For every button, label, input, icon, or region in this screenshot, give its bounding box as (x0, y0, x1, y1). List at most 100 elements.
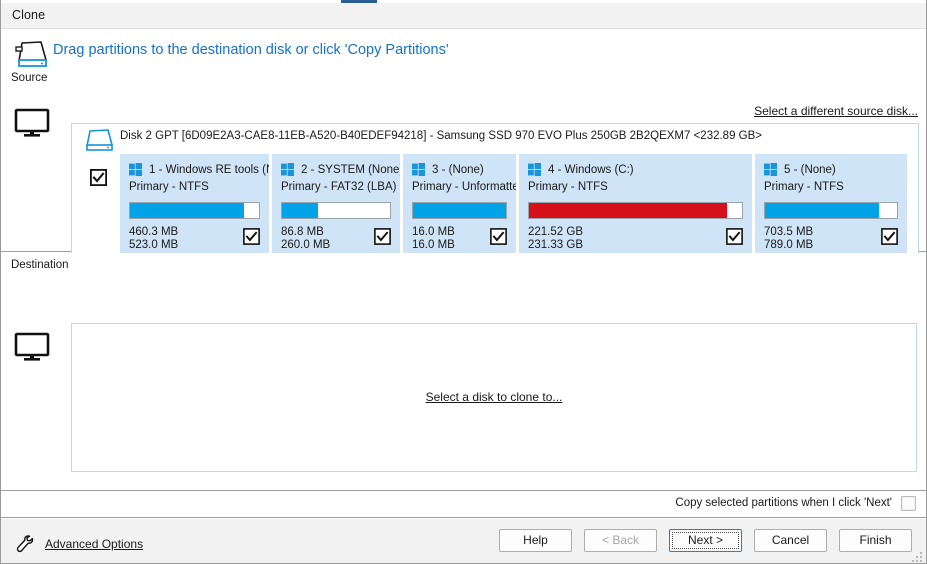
cancel-button[interactable]: Cancel (754, 529, 827, 552)
partition-footer: 16.0 MB16.0 MB (412, 226, 507, 252)
advanced-options-group[interactable]: Advanced Options (15, 534, 143, 554)
partition-card[interactable]: 5 - (None) Primary - NTFS 703.5 MB789.0 MB (755, 154, 907, 258)
partition-sizes: 703.5 MB789.0 MB (764, 226, 813, 252)
partition-total-size: 16.0 MB (412, 239, 455, 252)
partition-footer: 703.5 MB789.0 MB (764, 226, 898, 252)
partition-sizes: 16.0 MB16.0 MB (412, 226, 455, 252)
partition-title: 4 - Windows (C:) (548, 164, 634, 176)
partition-card[interactable]: 1 - Windows RE tools (Nor Primary - NTFS 4… (120, 154, 269, 258)
windows-logo-icon (528, 163, 541, 176)
partition-title: 5 - (None) (784, 164, 836, 176)
monitor-icon (14, 332, 50, 362)
partition-usage-fill (130, 203, 244, 218)
disk-row-icon (84, 127, 114, 153)
page-headline: Drag partitions to the destination disk … (53, 42, 449, 58)
partition-total-size: 789.0 MB (764, 239, 813, 252)
partition-usage-bar (281, 202, 391, 219)
select-different-source-disk-link[interactable]: Select a different source disk... (754, 104, 918, 118)
partition-usage-fill (282, 203, 318, 218)
back-button: < Back (584, 529, 657, 552)
destination-pane: Destination Select a disk to clone to... (1, 253, 926, 491)
partition-usage-fill (529, 203, 727, 218)
source-disk-panel: Disk 2 GPT [6D09E2A3-CAE8-11EB-A520-B40E… (71, 123, 919, 269)
partition-total-size: 523.0 MB (129, 239, 178, 252)
partition-usage-fill (413, 203, 506, 218)
partition-usage-fill (765, 203, 879, 218)
resize-grip[interactable] (912, 549, 923, 560)
copy-on-next-label: Copy selected partitions when I click 'N… (675, 497, 892, 509)
partition-footer: 86.8 MB260.0 MB (281, 226, 391, 252)
partition-select-checkbox[interactable] (726, 228, 743, 245)
partition-total-size: 231.33 GB (528, 239, 583, 252)
partition-subtitle: Primary - FAT32 (LBA) (281, 181, 391, 193)
change-source-disk-wrap: Select a different source disk... (754, 102, 918, 120)
partition-subtitle: Primary - NTFS (528, 181, 743, 193)
windows-logo-icon (764, 163, 777, 176)
partition-used-size: 460.3 MB (129, 226, 178, 239)
button-label: Cancel (772, 533, 809, 547)
partition-subtitle: Primary - Unformatted (412, 181, 507, 193)
partition-sizes: 86.8 MB260.0 MB (281, 226, 330, 252)
partition-total-size: 260.0 MB (281, 239, 330, 252)
destination-label: Destination (11, 259, 69, 271)
partition-title-row: 3 - (None) (412, 162, 507, 177)
partition-title: 3 - (None) (432, 164, 484, 176)
advanced-options-link[interactable]: Advanced Options (45, 537, 143, 551)
partition-footer: 460.3 MB523.0 MB (129, 226, 260, 252)
partition-card[interactable]: 2 - SYSTEM (None) Primary - FAT32 (LBA) 86… (272, 154, 400, 258)
windows-logo-icon (129, 163, 142, 176)
select-disk-to-clone-to-link[interactable]: Select a disk to clone to... (426, 390, 563, 404)
partition-subtitle: Primary - NTFS (764, 181, 898, 193)
partition-used-size: 86.8 MB (281, 226, 330, 239)
partition-card[interactable]: 3 - (None) Primary - Unformatted 16.0 MB16… (403, 154, 516, 258)
source-disk-header: Disk 2 GPT [6D09E2A3-CAE8-11EB-A520-B40E… (120, 130, 762, 142)
source-label: Source (11, 72, 47, 84)
partition-title: 2 - SYSTEM (None) (301, 164, 400, 176)
partition-sizes: 460.3 MB523.0 MB (129, 226, 178, 252)
partition-used-size: 703.5 MB (764, 226, 813, 239)
source-pane: Drag partitions to the destination disk … (1, 30, 926, 252)
button-label: Help (523, 533, 548, 547)
partition-title-row: 5 - (None) (764, 162, 898, 177)
footer-button-row: Help < Back Next > Cancel Finish (499, 529, 912, 552)
select-destination-disk-wrap: Select a disk to clone to... (72, 388, 916, 406)
partition-select-checkbox[interactable] (243, 228, 260, 245)
partition-select-checkbox[interactable] (374, 228, 391, 245)
partition-strip: 1 - Windows RE tools (NorPrimary - NTFS4… (120, 154, 916, 266)
button-label: Finish (859, 533, 891, 547)
windows-logo-icon (412, 163, 425, 176)
window-titlebar: Clone (1, 3, 926, 29)
partition-title: 1 - Windows RE tools (Nor (149, 164, 269, 176)
partition-card[interactable]: 4 - Windows (C:) Primary - NTFS 221.52 GB2… (519, 154, 752, 258)
copy-on-next-checkbox[interactable] (901, 496, 916, 511)
partition-select-checkbox[interactable] (881, 228, 898, 245)
destination-disk-panel[interactable]: Select a disk to clone to... (71, 323, 917, 472)
button-label: < Back (602, 533, 639, 547)
partition-sizes: 221.52 GB231.33 GB (528, 226, 583, 252)
button-label: Next > (688, 533, 723, 547)
partition-select-checkbox[interactable] (490, 228, 507, 245)
partition-usage-bar (528, 202, 743, 219)
partition-title-row: 4 - Windows (C:) (528, 162, 743, 177)
finish-button[interactable]: Finish (839, 529, 912, 552)
windows-logo-icon (281, 163, 294, 176)
clone-window: Clone Drag partitions to the destination… (0, 0, 927, 564)
monitor-icon (14, 108, 50, 138)
partition-used-size: 16.0 MB (412, 226, 455, 239)
next-button[interactable]: Next > (669, 529, 742, 552)
options-row: Copy selected partitions when I click 'N… (1, 492, 926, 518)
disk-select-checkbox[interactable] (90, 169, 107, 186)
help-button[interactable]: Help (499, 529, 572, 552)
partition-usage-bar (412, 202, 507, 219)
partition-footer: 221.52 GB231.33 GB (528, 226, 743, 252)
partition-usage-bar (129, 202, 260, 219)
partition-used-size: 221.52 GB (528, 226, 583, 239)
hard-disk-icon (14, 38, 48, 68)
partition-subtitle: Primary - NTFS (129, 181, 260, 193)
partition-title-row: 2 - SYSTEM (None) (281, 162, 391, 177)
dialog-footer: Advanced Options Help < Back Next > Cancel F… (1, 519, 926, 563)
window-title: Clone (12, 8, 45, 22)
partition-usage-bar (764, 202, 898, 219)
wrench-icon (15, 534, 37, 554)
partition-title-row: 1 - Windows RE tools (Nor (129, 162, 260, 177)
